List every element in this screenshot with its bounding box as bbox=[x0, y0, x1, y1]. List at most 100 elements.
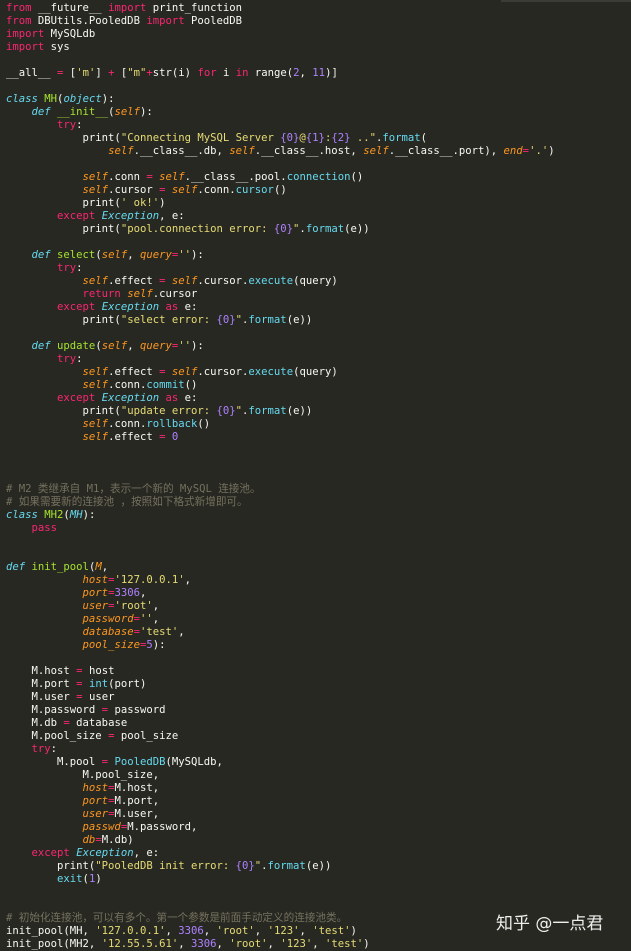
code-line[interactable] bbox=[6, 236, 631, 249]
code-line[interactable]: self.cursor = self.conn.cursor() bbox=[6, 184, 631, 197]
code-line[interactable] bbox=[6, 444, 631, 457]
code-line[interactable]: try: bbox=[6, 262, 631, 275]
code-line[interactable]: self.conn.rollback() bbox=[6, 418, 631, 431]
code-line[interactable]: user='root', bbox=[6, 600, 631, 613]
token-builtin: rollback bbox=[146, 418, 198, 430]
token-plain-text bbox=[6, 366, 83, 378]
code-area[interactable]: from __future__ import print_function fro… bbox=[6, 2, 631, 951]
code-line[interactable]: pool_size=5): bbox=[6, 639, 631, 652]
code-line[interactable] bbox=[6, 886, 631, 899]
code-line[interactable]: pass bbox=[6, 522, 631, 535]
token-plain-text: , bbox=[299, 925, 313, 937]
code-line[interactable]: host=M.host, bbox=[6, 782, 631, 795]
token-plain-text: , bbox=[178, 938, 191, 950]
token-keyword: in bbox=[235, 67, 249, 79]
token-plain-text: .__class__.port), bbox=[388, 145, 504, 157]
code-line[interactable]: try: bbox=[6, 119, 631, 132]
code-line[interactable]: port=M.port, bbox=[6, 795, 631, 808]
code-line[interactable] bbox=[6, 535, 631, 548]
code-line[interactable] bbox=[6, 54, 631, 67]
code-line[interactable]: class MH2(MH): bbox=[6, 509, 631, 522]
code-line[interactable]: try: bbox=[6, 353, 631, 366]
code-line[interactable]: print("update error: {0}".format(e)) bbox=[6, 405, 631, 418]
token-plain-text: (MySQLdb, bbox=[165, 756, 223, 768]
code-line[interactable]: self.effect = 0 bbox=[6, 431, 631, 444]
code-line[interactable] bbox=[6, 457, 631, 470]
code-line[interactable]: # 如果需要新的连接池 ，按照如下格式新增即可。 bbox=[6, 496, 631, 509]
code-line[interactable]: print(' ok!') bbox=[6, 197, 631, 210]
token-plain-text: ) bbox=[350, 925, 357, 937]
code-line[interactable] bbox=[6, 158, 631, 171]
code-line[interactable]: M.pool_size = pool_size bbox=[6, 730, 631, 743]
token-plain-text: .conn bbox=[108, 171, 147, 183]
code-line[interactable]: except Exception as e: bbox=[6, 301, 631, 314]
code-line[interactable]: M.password = password bbox=[6, 704, 631, 717]
token-builtin: commit bbox=[146, 379, 185, 391]
token-plain-text: M.db bbox=[6, 717, 64, 729]
code-line[interactable]: database='test', bbox=[6, 626, 631, 639]
code-line[interactable]: M.pool_size, bbox=[6, 769, 631, 782]
code-line[interactable]: return self.cursor bbox=[6, 288, 631, 301]
code-line[interactable]: user=M.user, bbox=[6, 808, 631, 821]
code-line[interactable]: print("Connecting MySQL Server {0}@{1}:{… bbox=[6, 132, 631, 145]
code-line[interactable]: def __init__(self): bbox=[6, 106, 631, 119]
code-line[interactable]: except Exception as e: bbox=[6, 392, 631, 405]
token-plain-text: ) bbox=[548, 145, 555, 157]
token-plain-text: () bbox=[350, 171, 364, 183]
token-plain-text: () bbox=[184, 379, 198, 391]
code-line[interactable] bbox=[6, 652, 631, 665]
code-line[interactable]: import MySQLdb bbox=[6, 28, 631, 41]
code-line[interactable]: db=M.db) bbox=[6, 834, 631, 847]
code-line[interactable]: port=3306, bbox=[6, 587, 631, 600]
code-line[interactable]: def update(self, query=''): bbox=[6, 340, 631, 353]
code-line[interactable]: M.user = user bbox=[6, 691, 631, 704]
code-line[interactable]: M.host = host bbox=[6, 665, 631, 678]
code-line[interactable]: passwd=M.password, bbox=[6, 821, 631, 834]
token-class-keyword: Exception bbox=[76, 847, 134, 859]
token-string-literal: "select error: bbox=[120, 314, 217, 326]
code-line[interactable]: M.pool = PooledDB(MySQLdb, bbox=[6, 756, 631, 769]
code-line[interactable]: # M2 类继承自 M1，表示一个新的 MySQL 连接池。 bbox=[6, 483, 631, 496]
code-line[interactable]: self.__class__.db, self.__class__.host, … bbox=[6, 145, 631, 158]
token-plain-text bbox=[6, 808, 83, 820]
code-line[interactable]: def select(self, query=''): bbox=[6, 249, 631, 262]
token-plain-text bbox=[6, 145, 108, 157]
code-line[interactable]: password='', bbox=[6, 613, 631, 626]
code-line[interactable]: from DBUtils.PooledDB import PooledDB bbox=[6, 15, 631, 28]
token-plain-text bbox=[6, 184, 83, 196]
code-line[interactable]: init_pool(MH2, '12.55.5.61', 3306, 'root… bbox=[6, 938, 631, 951]
code-line[interactable]: __all__ = ['m'] + ["m"+str(i) for i in r… bbox=[6, 67, 631, 80]
token-plain-text bbox=[6, 639, 83, 651]
code-line[interactable]: class MH(object): bbox=[6, 93, 631, 106]
code-line[interactable]: host='127.0.0.1', bbox=[6, 574, 631, 587]
code-line[interactable]: self.effect = self.cursor.execute(query) bbox=[6, 275, 631, 288]
code-line[interactable]: print("select error: {0}".format(e)) bbox=[6, 314, 631, 327]
code-line[interactable]: self.conn = self.__class__.pool.connecti… bbox=[6, 171, 631, 184]
token-string-literal: "m" bbox=[127, 67, 147, 79]
token-string-literal: 'test' bbox=[312, 925, 351, 937]
code-line[interactable]: try: bbox=[6, 743, 631, 756]
code-line[interactable]: self.conn.commit() bbox=[6, 379, 631, 392]
code-line[interactable]: print("pool.connection error: {0}".forma… bbox=[6, 223, 631, 236]
token-class-keyword: def bbox=[31, 340, 51, 352]
code-line[interactable]: def init_pool(M, bbox=[6, 561, 631, 574]
code-line[interactable]: M.db = database bbox=[6, 717, 631, 730]
code-line[interactable]: except Exception, e: bbox=[6, 210, 631, 223]
code-line[interactable] bbox=[6, 470, 631, 483]
code-line[interactable]: exit(1) bbox=[6, 873, 631, 886]
token-plain-text: __future__ bbox=[31, 2, 109, 14]
code-editor[interactable]: from __future__ import print_function fro… bbox=[0, 0, 631, 951]
token-string-literal: "update error: bbox=[120, 405, 217, 417]
scrollbar[interactable] bbox=[621, 0, 631, 949]
code-line[interactable] bbox=[6, 327, 631, 340]
code-line[interactable] bbox=[6, 548, 631, 561]
code-line[interactable]: import sys bbox=[6, 41, 631, 54]
code-line[interactable]: except Exception, e: bbox=[6, 847, 631, 860]
code-line[interactable]: self.effect = self.cursor.execute(query) bbox=[6, 366, 631, 379]
code-line[interactable]: print("PooledDB init error: {0}".format(… bbox=[6, 860, 631, 873]
token-class-keyword: def bbox=[31, 106, 51, 118]
code-line[interactable] bbox=[6, 80, 631, 93]
code-line[interactable]: from __future__ import print_function bbox=[6, 2, 631, 15]
token-self-keyword: self bbox=[171, 366, 198, 378]
code-line[interactable]: M.port = int(port) bbox=[6, 678, 631, 691]
